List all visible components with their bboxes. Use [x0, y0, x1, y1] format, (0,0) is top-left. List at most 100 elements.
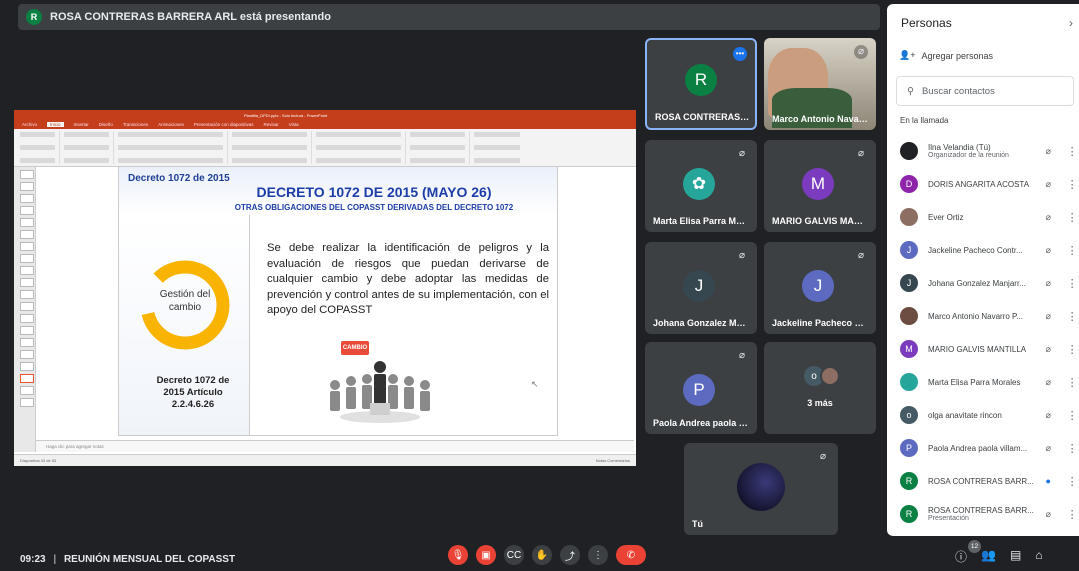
- participant-tile[interactable]: J ⌀ Johana Gonzalez Manj...: [645, 242, 757, 334]
- captions-button[interactable]: CC: [504, 545, 524, 565]
- participant-name: Marco Antonio Navarro...: [772, 114, 868, 124]
- person-row[interactable]: Marta Elisa Parra Morales ⌀ ⋮: [887, 365, 1079, 399]
- more-options-icon[interactable]: •••: [733, 47, 747, 61]
- info-icon[interactable]: ⓘ: [955, 548, 967, 565]
- slide-counter: Diapositiva 43 de 53: [20, 458, 57, 463]
- more-participants-tile[interactable]: o 3 más: [764, 342, 876, 434]
- person-subtitle: Presentación: [928, 515, 969, 522]
- mic-off-icon: ⌀: [857, 148, 865, 159]
- participant-avatar: J: [802, 270, 834, 302]
- ring-label: Gestión del cambio: [159, 289, 211, 313]
- participant-tile[interactable]: M ⌀ MARIO GALVIS MANTI...: [764, 140, 876, 232]
- person-info: olga anavitate rincon: [928, 411, 1039, 420]
- add-person-icon: 👤+: [899, 50, 916, 60]
- status-right: Notas Comentarios: [595, 458, 630, 463]
- person-avatar: M: [900, 340, 918, 358]
- person-avatar: o: [900, 406, 918, 424]
- person-more-icon[interactable]: ⋮: [1065, 343, 1079, 356]
- people-icon[interactable]: 👥: [981, 548, 996, 565]
- person-info: Ever Ortiz: [928, 213, 1039, 222]
- person-more-icon[interactable]: ⋮: [1065, 244, 1079, 257]
- person-more-icon[interactable]: ⋮: [1065, 376, 1079, 389]
- mic-off-icon: ⌀: [1045, 145, 1051, 156]
- person-more-icon[interactable]: ⋮: [1065, 508, 1079, 521]
- person-row[interactable]: Ilna Velandia (Tú) Organizador de la reun…: [887, 134, 1079, 168]
- search-input[interactable]: ⚲ Buscar contactos: [896, 76, 1074, 106]
- participant-tile[interactable]: ⌀ Marco Antonio Navarro...: [764, 38, 876, 130]
- notes-pane: Haga clic para agregar notas: [36, 440, 634, 452]
- person-avatar: J: [900, 241, 918, 259]
- powerpoint-titlebar: Plantilla_DPDI.pptx - Solo lectura - Pow…: [14, 110, 636, 120]
- ppt-tab: Inicio: [47, 122, 64, 127]
- person-row[interactable]: J Jackeline Pacheco Contr... ⌀ ⋮: [887, 233, 1079, 267]
- raise-hand-button[interactable]: ✋: [532, 545, 552, 565]
- mic-off-icon: ⌀: [1045, 376, 1051, 387]
- person-row[interactable]: R ROSA CONTRERAS BARR... Presentación ⌀ ⋮: [887, 497, 1079, 531]
- person-more-icon[interactable]: ⋮: [1065, 277, 1079, 290]
- person-row[interactable]: Marco Antonio Navarro P... ⌀ ⋮: [887, 299, 1079, 333]
- person-more-icon[interactable]: ⋮: [1065, 178, 1079, 191]
- panel-title: Personas: [901, 16, 952, 30]
- mic-off-icon: ⌀: [1045, 508, 1051, 519]
- close-icon[interactable]: ›: [1069, 16, 1073, 30]
- person-name: Marco Antonio Navarro P...: [928, 311, 1024, 321]
- person-name: Ilna Velandia (Tú): [928, 143, 991, 152]
- person-info: Marco Antonio Navarro P...: [928, 312, 1039, 321]
- person-name: DORIS ANGARITA ACOSTA: [928, 179, 1030, 189]
- call-controls: 🎙 ▣ CC ✋ ⤴ ⋮ ✆: [448, 545, 646, 565]
- person-row[interactable]: D DORIS ANGARITA ACOSTA ⌀ ⋮: [887, 167, 1079, 201]
- person-row[interactable]: R ROSA CONTRERAS BARR... ● ⋮: [887, 464, 1079, 498]
- activities-icon[interactable]: ⌂: [1035, 548, 1042, 565]
- ppt-tab: Insertar: [73, 122, 89, 127]
- person-name: MARIO GALVIS MANTILLA: [928, 344, 1027, 354]
- divider: [249, 215, 250, 435]
- participant-tile[interactable]: P ⌀ Paola Andrea paola vill...: [645, 342, 757, 434]
- slide-body-text: Se debe realizar la identificación de pe…: [267, 242, 549, 316]
- mic-off-icon: ⌀: [1045, 178, 1051, 189]
- participant-avatar: P: [683, 374, 715, 406]
- person-row[interactable]: Ever Ortiz ⌀ ⋮: [887, 200, 1079, 234]
- end-call-button[interactable]: ✆: [616, 545, 646, 565]
- person-subtitle: Organizador de la reunión: [928, 152, 1009, 159]
- ppt-tab: Presentación con diapositivas: [193, 122, 254, 127]
- participant-name: ROSA CONTRERAS BA...: [655, 112, 751, 122]
- camera-toggle-button[interactable]: ▣: [476, 545, 496, 565]
- mic-off-icon: ⌀: [857, 250, 865, 261]
- person-row[interactable]: M MARIO GALVIS MANTILLA ⌀ ⋮: [887, 332, 1079, 366]
- mic-off-icon: ⌀: [819, 451, 827, 462]
- separator: |: [53, 554, 57, 565]
- person-more-icon[interactable]: ⋮: [1065, 442, 1079, 455]
- person-name: Ever Ortiz: [928, 212, 964, 222]
- crowd-figures-icon: [330, 361, 430, 423]
- meeting-time-and-title: 09:23 | REUNIÓN MENSUAL DEL COPASST: [20, 554, 235, 565]
- ppt-tab: Diseño: [98, 122, 113, 127]
- ppt-tab: Transiciones: [122, 122, 149, 127]
- person-name: ROSA CONTRERAS BARR...: [928, 476, 1034, 486]
- chat-icon[interactable]: ▤: [1010, 548, 1021, 565]
- participant-tile[interactable]: J ⌀ Jackeline Pacheco Con...: [764, 242, 876, 334]
- person-more-icon[interactable]: ⋮: [1065, 310, 1079, 323]
- present-button[interactable]: ⤴: [560, 545, 580, 565]
- mic-off-icon: ⌀: [1045, 409, 1051, 420]
- person-more-icon[interactable]: ⋮: [1065, 211, 1079, 224]
- participant-tile[interactable]: R ••• ROSA CONTRERAS BA...: [645, 38, 757, 130]
- in-call-heading: En la llamada: [900, 116, 949, 125]
- person-name: olga anavitate rincon: [928, 410, 1002, 420]
- participant-tile[interactable]: ✿ ⌀ Marta Elisa Parra Moral...: [645, 140, 757, 232]
- person-more-icon[interactable]: ⋮: [1065, 475, 1079, 488]
- person-name: Jackeline Pacheco Contr...: [928, 245, 1023, 255]
- person-more-icon[interactable]: ⋮: [1065, 145, 1079, 158]
- person-name: Marta Elisa Parra Morales: [928, 377, 1021, 387]
- participant-name: Paola Andrea paola vill...: [653, 418, 749, 428]
- self-tile[interactable]: ⌀ Tú: [684, 443, 838, 535]
- person-row[interactable]: P Paola Andrea paola villam... ⌀ ⋮: [887, 431, 1079, 465]
- self-video: [737, 463, 785, 511]
- person-row[interactable]: o olga anavitate rincon ⌀ ⋮: [887, 398, 1079, 432]
- person-more-icon[interactable]: ⋮: [1065, 409, 1079, 422]
- person-row[interactable]: J Johana Gonzalez Manjarr... ⌀ ⋮: [887, 266, 1079, 300]
- mic-toggle-button[interactable]: 🎙: [448, 545, 468, 565]
- more-options-button[interactable]: ⋮: [588, 545, 608, 565]
- mic-off-icon: ⌀: [738, 148, 746, 159]
- mic-off-icon: ⌀: [738, 350, 746, 361]
- add-people-button[interactable]: 👤+ Agregar personas: [899, 50, 993, 61]
